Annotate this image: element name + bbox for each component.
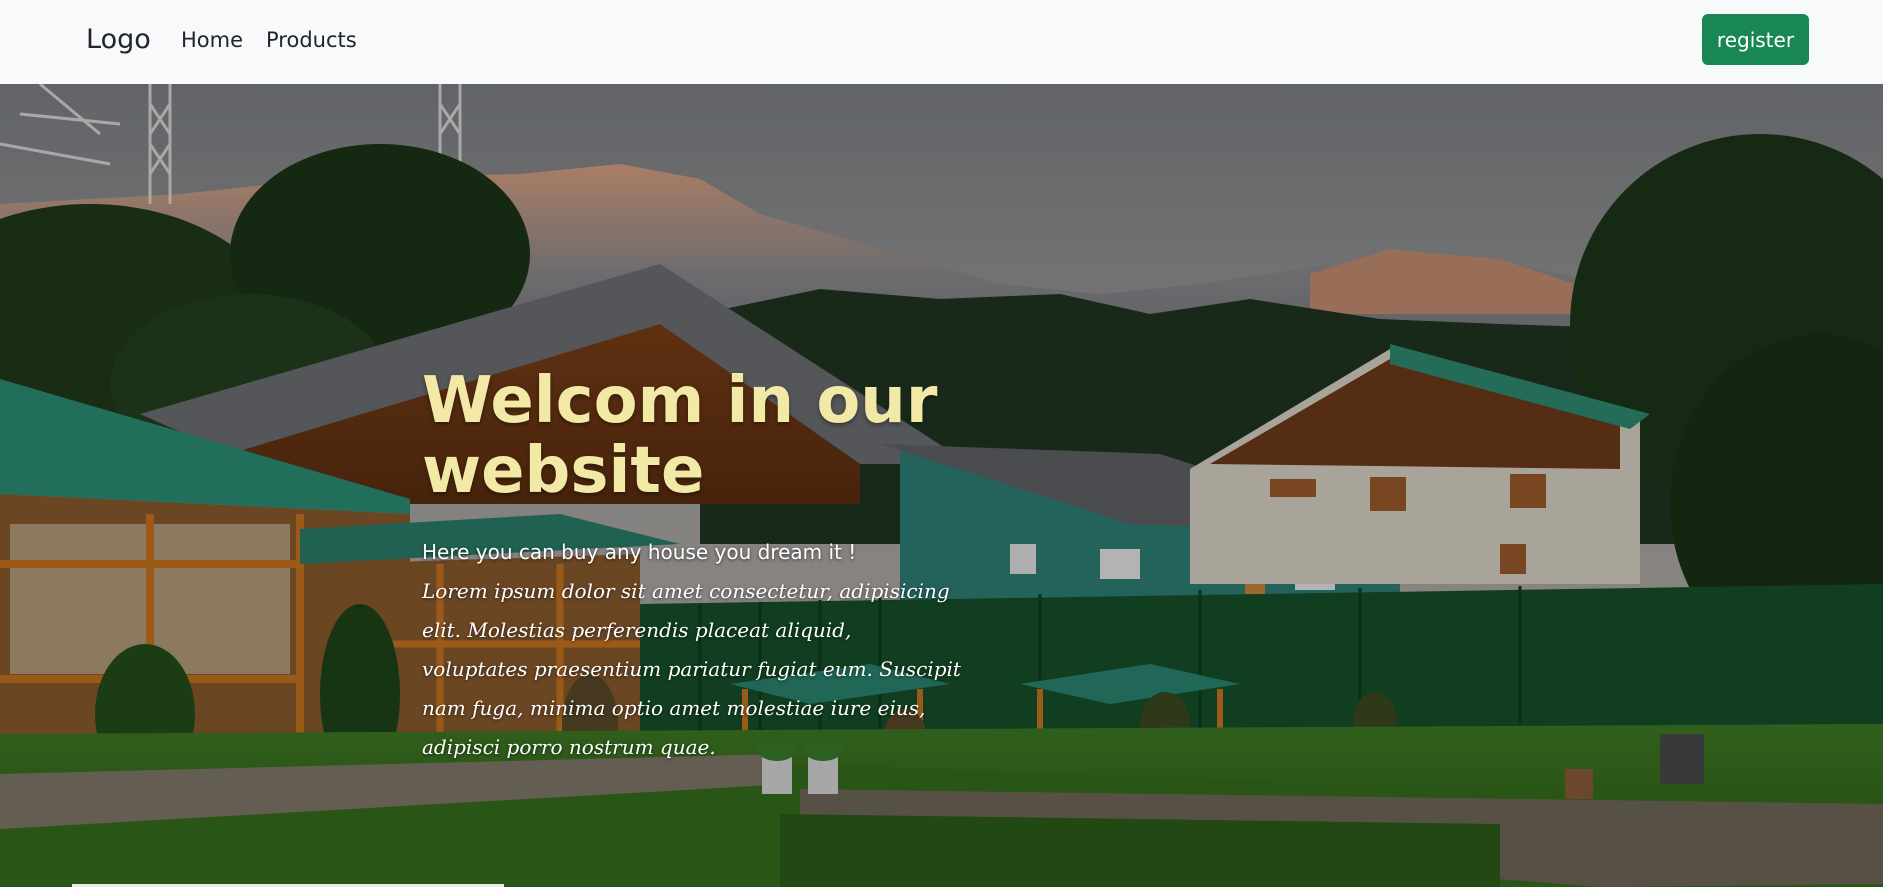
top-navbar: Logo Home Products register [0,0,1883,84]
nav-link-products[interactable]: Products [266,28,357,52]
brand-logo[interactable]: Logo [86,24,151,55]
hero-title: Welcom in our website [422,364,938,509]
nav-link-home[interactable]: Home [181,28,243,52]
hero-section: Welcom in our website Here you can buy a… [0,84,1883,887]
register-button[interactable]: register [1702,14,1809,65]
hero-content: Welcom in our website Here you can buy a… [422,366,1122,767]
hero-tagline: Here you can buy any house you dream it … [422,539,857,564]
hero-body-text: Lorem ipsum dolor sit amet consectetur, … [422,578,961,759]
